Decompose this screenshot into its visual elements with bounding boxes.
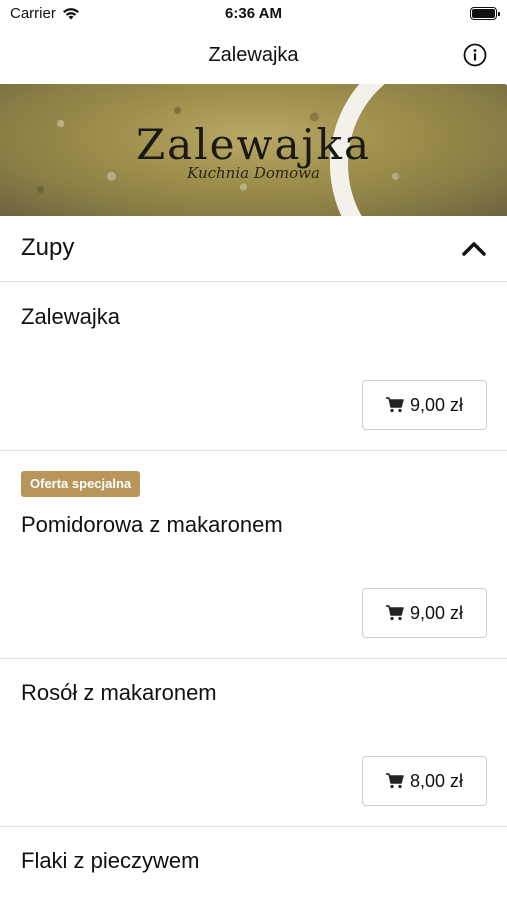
menu-item-name: Pomidorowa z makaronem (21, 512, 283, 537)
hero-title: Zalewajka (135, 120, 371, 169)
menu-item-name: Flaki z pieczywem (21, 848, 200, 873)
info-icon[interactable] (463, 43, 487, 67)
menu-item[interactable]: Oferta specjalna Pomidorowa z makaronem … (0, 451, 507, 659)
menu-item[interactable]: Flaki z pieczywem (0, 827, 507, 900)
price-label: 8,00 zł (409, 770, 464, 791)
price-label: 9,00 zł (409, 602, 464, 623)
menu-item[interactable]: Rosół z makaronem 8,00 zł (0, 659, 507, 827)
add-to-cart-button[interactable]: 8,00 zł (362, 756, 487, 806)
status-bar: Carrier 6:36 AM (0, 0, 507, 28)
menu-item-name: Zalewajka (21, 304, 121, 329)
status-time: 6:36 AM (225, 5, 282, 22)
navigation-bar: Zalewajka (0, 28, 507, 84)
cart-icon (385, 773, 404, 789)
special-offer-badge: Oferta specjalna (21, 471, 141, 497)
cart-icon (385, 397, 404, 413)
menu-item[interactable]: Zalewajka 9,00 zł (0, 282, 507, 451)
section-header-zupy[interactable]: Zupy (0, 216, 507, 282)
cart-icon (385, 605, 404, 621)
hero-subtitle: Kuchnia Domowa (187, 164, 320, 182)
menu-item-name: Rosół z makaronem (21, 680, 217, 705)
add-to-cart-button[interactable]: 9,00 zł (362, 588, 487, 638)
price-label: 9,00 zł (409, 394, 464, 415)
battery-icon (470, 7, 500, 20)
section-title: Zupy (21, 234, 75, 261)
nav-title: Zalewajka (208, 44, 299, 66)
chevron-up-icon[interactable] (461, 238, 487, 258)
hero-banner: Zalewajka Kuchnia Domowa (0, 84, 507, 216)
add-to-cart-button[interactable]: 9,00 zł (362, 380, 487, 430)
